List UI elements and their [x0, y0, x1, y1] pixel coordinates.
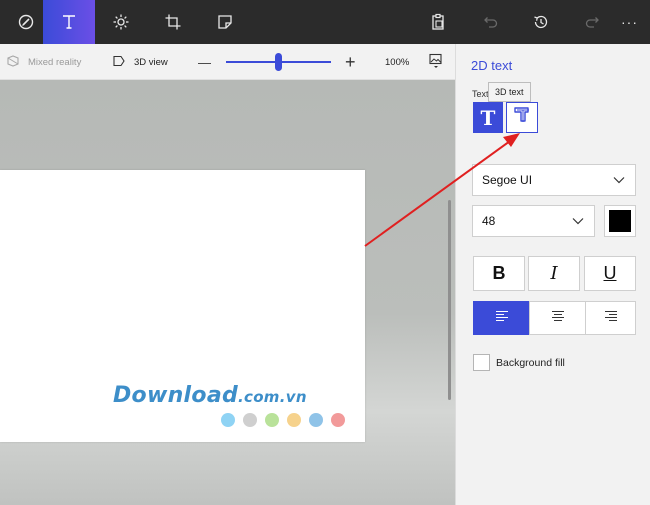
effects-button[interactable]	[95, 0, 147, 44]
stickers-button[interactable]	[199, 0, 251, 44]
watermark-logo: Download.com.vn	[113, 383, 307, 408]
underline-button[interactable]: U	[584, 256, 636, 291]
zoom-out-icon: —	[198, 54, 211, 70]
zoom-in-button[interactable]: +	[345, 44, 356, 80]
paste-icon	[429, 13, 447, 31]
3d-text-tooltip: 3D text	[488, 82, 531, 102]
align-center-icon	[551, 309, 565, 327]
mixed-reality-icon	[6, 54, 28, 70]
watermark-dot	[287, 413, 301, 427]
view-options-button[interactable]	[429, 44, 451, 80]
zoom-level-value: 100%	[385, 56, 410, 68]
font-size-select[interactable]: 48	[472, 205, 595, 237]
2d-text-button[interactable]: T	[473, 102, 503, 133]
top-toolbar: ···	[0, 0, 650, 44]
3d-text-button[interactable]	[506, 102, 538, 133]
bold-button[interactable]: B	[473, 256, 525, 291]
watermark-dot	[309, 413, 323, 427]
background-fill-label: Background fill	[496, 357, 565, 369]
2d-text-icon: T	[480, 105, 496, 130]
zoom-slider-thumb[interactable]	[275, 53, 282, 71]
underline-icon: U	[603, 263, 617, 283]
3d-view-label: 3D view	[134, 56, 168, 68]
italic-button[interactable]: I	[528, 256, 580, 291]
watermark-dot	[221, 413, 235, 427]
color-swatch	[609, 210, 631, 232]
history-button[interactable]	[515, 0, 567, 44]
text-icon	[60, 13, 78, 31]
mixed-reality-label: Mixed reality	[28, 56, 82, 68]
undo-button[interactable]	[464, 0, 516, 44]
bold-icon: B	[492, 263, 506, 283]
italic-icon: I	[550, 263, 558, 284]
more-button[interactable]: ···	[609, 0, 650, 44]
text-tool-button[interactable]	[43, 0, 95, 44]
3d-view-button[interactable]: 3D view	[112, 44, 168, 80]
undo-icon	[481, 13, 499, 31]
more-icon: ···	[621, 14, 638, 30]
redo-icon	[584, 13, 602, 31]
font-size-value: 48	[482, 214, 496, 228]
font-family-value: Segoe UI	[482, 173, 533, 187]
align-left-button[interactable]	[473, 301, 530, 335]
watermark-dot	[265, 413, 279, 427]
crop-button[interactable]	[147, 0, 199, 44]
3d-view-icon	[112, 55, 134, 70]
chevron-down-icon	[613, 173, 625, 187]
text-type-label: Text	[472, 89, 489, 99]
watermark-domain: .com.vn	[238, 388, 307, 406]
zoom-level: 100%	[385, 44, 409, 80]
watermark-brand: Download	[113, 383, 239, 408]
history-icon	[532, 13, 550, 31]
align-right-button[interactable]	[585, 301, 636, 335]
stickers-icon	[216, 13, 234, 31]
zoom-in-icon: +	[345, 51, 356, 72]
zoom-out-button[interactable]: —	[198, 44, 211, 80]
chevron-down-icon	[572, 214, 584, 228]
vertical-scrollbar[interactable]	[448, 200, 451, 400]
effects-icon	[112, 13, 130, 31]
font-family-select[interactable]: Segoe UI	[472, 164, 636, 196]
paste-button[interactable]	[412, 0, 464, 44]
image-view-icon	[429, 53, 451, 72]
align-left-icon	[495, 309, 509, 327]
watermark-dot	[331, 413, 345, 427]
brushes-icon	[17, 13, 35, 31]
align-right-icon	[604, 309, 618, 327]
background-fill-checkbox[interactable]	[473, 354, 490, 371]
crop-icon	[164, 13, 182, 31]
watermark-dot	[243, 413, 257, 427]
align-center-button[interactable]	[529, 301, 586, 335]
3d-text-icon	[512, 105, 532, 130]
mixed-reality-button[interactable]: Mixed reality	[6, 44, 81, 80]
panel-title: 2D text	[471, 58, 513, 73]
text-color-picker[interactable]	[604, 205, 636, 237]
